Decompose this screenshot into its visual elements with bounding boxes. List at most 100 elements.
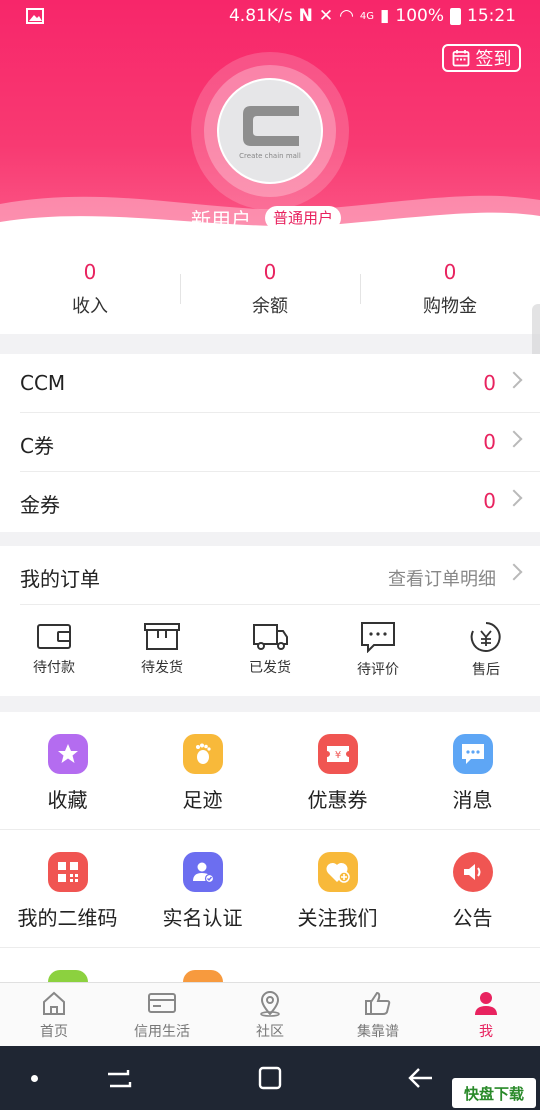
grid-label: 我的二维码 xyxy=(17,906,118,930)
stat-label: 余额 xyxy=(252,296,288,317)
partial-green-icon xyxy=(47,970,88,982)
tab-home[interactable]: 首页 xyxy=(0,983,108,1046)
back-icon[interactable] xyxy=(408,1066,434,1090)
thumbs-up-icon xyxy=(365,991,391,1015)
network-type: 4G xyxy=(359,10,375,22)
balance-row-gold-coupon[interactable]: 金券 0 xyxy=(20,472,540,531)
watermark-logo: 快盘下载 xyxy=(452,1078,536,1108)
orders-section: 我的订单 查看订单明细 待付款 待发货 已发货 待评价 售后 xyxy=(0,546,540,696)
orders-header[interactable]: 我的订单 查看订单明细 xyxy=(20,546,540,605)
grid-label: 实名认证 xyxy=(162,906,243,930)
grid-item-messages[interactable]: 消息 xyxy=(405,712,540,829)
coupon-icon: ¥ xyxy=(317,734,358,774)
tab-me[interactable]: 我 xyxy=(432,983,540,1046)
heart-plus-icon xyxy=(317,852,358,892)
nfc-icon: N xyxy=(298,6,313,26)
stat-label: 购物金 xyxy=(423,296,477,317)
balance-name: C券 xyxy=(20,434,54,458)
nav-dot-icon[interactable] xyxy=(31,1075,38,1082)
chevron-right-icon xyxy=(505,371,523,389)
app-logo-icon xyxy=(243,106,299,146)
grid-label: 消息 xyxy=(452,788,493,812)
grid-item-real-name-auth[interactable]: 实名认证 xyxy=(135,830,270,947)
tab-label: 首页 xyxy=(40,1024,68,1040)
feature-grid: 收藏 足迹 ¥ 优惠券 消息 我的二维码 实名认证 关注我们 公告 xyxy=(0,712,540,982)
signin-button[interactable]: 签到 xyxy=(442,44,521,72)
grid-item-history[interactable]: 足迹 xyxy=(135,712,270,829)
order-after-sales[interactable]: 售后 xyxy=(432,605,540,696)
wifi-icon: ◠ xyxy=(339,6,354,26)
grid-label: 足迹 xyxy=(182,788,223,812)
location-icon xyxy=(260,991,280,1017)
grid-item-my-qrcode[interactable]: 我的二维码 xyxy=(0,830,135,947)
grid-label: 收藏 xyxy=(47,788,88,812)
balance-row-c-coupon[interactable]: C券 0 xyxy=(20,413,540,472)
tab-label: 我 xyxy=(479,1024,493,1040)
tab-community[interactable]: 社区 xyxy=(216,983,324,1046)
battery-icon xyxy=(450,7,461,25)
wallet-icon xyxy=(37,624,71,649)
grid-item-follow-us[interactable]: 关注我们 xyxy=(270,830,405,947)
stat-shopping-credit[interactable]: 0 购物金 xyxy=(360,242,540,334)
bottom-tab-bar: 首页 信用生活 社区 集靠谱 我 xyxy=(0,982,540,1046)
chevron-right-icon xyxy=(505,489,523,507)
message-icon xyxy=(452,734,493,774)
stat-income[interactable]: 0 收入 xyxy=(0,242,180,334)
tab-label: 信用生活 xyxy=(134,1024,190,1040)
stat-value: 0 xyxy=(263,260,277,284)
order-pending-payment[interactable]: 待付款 xyxy=(0,605,108,696)
partial-orange-icon xyxy=(182,970,223,982)
order-pending-shipment[interactable]: 待发货 xyxy=(108,605,216,696)
avatar[interactable]: Create chain mall xyxy=(217,78,323,184)
order-label: 待评价 xyxy=(357,662,399,678)
signal-icon: ▮ xyxy=(380,6,390,26)
grid-item-partial[interactable] xyxy=(135,948,270,982)
footprint-icon xyxy=(182,734,223,774)
balance-name: CCM xyxy=(20,371,66,395)
balance-row-ccm[interactable]: CCM 0 xyxy=(20,354,540,413)
status-bar: 4.81K/s N ✕ ◠ 4G ▮ 100% 15:21 xyxy=(0,0,540,34)
grid-label: 关注我们 xyxy=(297,906,378,930)
order-label: 待发货 xyxy=(141,660,183,676)
home-button-icon[interactable] xyxy=(258,1066,282,1090)
user-verify-icon xyxy=(182,852,223,892)
stat-value: 0 xyxy=(83,260,97,284)
signin-label: 签到 xyxy=(475,49,512,70)
package-icon xyxy=(144,623,180,650)
recent-apps-icon[interactable] xyxy=(106,1066,132,1090)
order-pending-review[interactable]: 待评价 xyxy=(324,605,432,696)
chevron-right-icon xyxy=(505,563,523,581)
tab-credit-life[interactable]: 信用生活 xyxy=(108,983,216,1046)
balance-value: 0 xyxy=(483,371,496,395)
grid-item-announcements[interactable]: 公告 xyxy=(405,830,540,947)
refund-icon xyxy=(470,622,501,652)
stat-balance[interactable]: 0 余额 xyxy=(180,242,360,334)
grid-label: 优惠券 xyxy=(307,788,368,812)
orders-title: 我的订单 xyxy=(20,567,100,591)
view-order-details-link[interactable]: 查看订单明细 xyxy=(388,565,496,591)
order-shipped[interactable]: 已发货 xyxy=(216,605,324,696)
grid-item-favorites[interactable]: 收藏 xyxy=(0,712,135,829)
battery-level: 100% xyxy=(395,6,444,26)
tab-reliable[interactable]: 集靠谱 xyxy=(324,983,432,1046)
grid-item-coupons[interactable]: ¥ 优惠券 xyxy=(270,712,405,829)
stat-label: 收入 xyxy=(72,296,108,317)
clock: 15:21 xyxy=(467,6,516,26)
qrcode-icon xyxy=(47,852,88,892)
svg-text:¥: ¥ xyxy=(334,750,340,761)
avatar-logo-text: Create chain mall xyxy=(239,152,301,160)
order-label: 待付款 xyxy=(33,660,75,676)
tab-label: 社区 xyxy=(256,1024,284,1040)
network-speed: 4.81K/s xyxy=(228,6,293,26)
person-icon xyxy=(475,992,497,1015)
mute-icon: ✕ xyxy=(318,6,334,26)
balance-value: 0 xyxy=(483,489,496,513)
account-stats: 0 收入 0 余额 0 购物金 xyxy=(0,242,540,334)
stat-value: 0 xyxy=(443,260,457,284)
calendar-icon xyxy=(452,50,469,67)
grid-item-partial[interactable] xyxy=(0,948,135,982)
card-icon xyxy=(148,993,176,1013)
home-icon xyxy=(43,991,65,1015)
chevron-right-icon xyxy=(505,430,523,448)
speaker-icon xyxy=(452,852,493,892)
